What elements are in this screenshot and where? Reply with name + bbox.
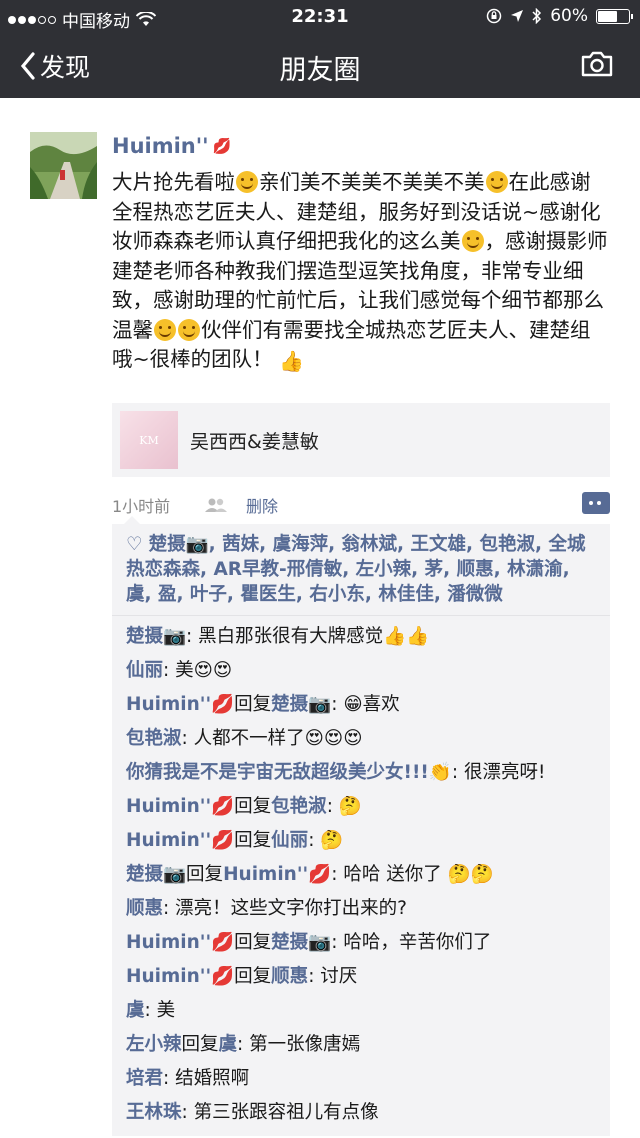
reply-target[interactable]: 仙丽 — [271, 830, 308, 851]
reply-word: 回复 — [234, 966, 272, 987]
heart-eyes-icon — [461, 230, 484, 252]
comment-author[interactable]: 王林珠 — [126, 1102, 182, 1123]
comment[interactable]: Huimin''💋回复仙丽: 🤔 — [126, 824, 600, 858]
comment[interactable]: 虞: 美 — [126, 994, 600, 1028]
reply-word: 回复 — [234, 830, 272, 851]
comment-author[interactable]: Huimin''💋 — [126, 694, 234, 715]
comment[interactable]: 仙丽: 美😍😍 — [126, 654, 600, 688]
comment[interactable]: 包艳淑: 人都不一样了😍😍😍 — [126, 722, 600, 756]
post-author-name: Huimin'' — [112, 134, 209, 158]
post-text-part: 大片抢先看啦 — [112, 170, 235, 194]
comment[interactable]: 楚摄📷回复Huimin''💋: 哈哈 送你了 🤔🤔 — [126, 858, 600, 892]
comment-author[interactable]: 楚摄📷 — [126, 864, 186, 885]
moment-post: Huimin'' 💋 大片抢先看啦 亲们美不美美不美美不美 在此感谢全程热恋艺匠夫人… — [0, 98, 640, 1138]
smile-icon — [154, 318, 176, 341]
more-actions-button[interactable] — [582, 492, 610, 514]
comment-text: : 第三张跟容祖儿有点像 — [181, 1102, 379, 1123]
comment-author[interactable]: Huimin''💋 — [126, 796, 234, 817]
link-thumbnail-text: KM — [139, 433, 159, 447]
comment-text: : 美 — [144, 1000, 176, 1021]
comment[interactable]: Huimin''💋回复包艳淑: 🤔 — [126, 790, 600, 824]
comment-text: : 哈哈 送你了 🤔🤔 — [331, 864, 494, 885]
comment-author[interactable]: 包艳淑 — [126, 728, 182, 749]
comment[interactable]: Huimin''💋回复楚摄📷: 哈哈，辛苦你们了 — [126, 926, 600, 960]
comment[interactable]: 左小辣回复虞: 第一张像唐嫣 — [126, 1028, 600, 1062]
comment[interactable]: 顺惠: 漂亮！这些文字你打出来的? — [126, 892, 600, 926]
heart-icon: ♡ — [126, 534, 143, 555]
comment-text: : 第一张像唐嫣 — [237, 1034, 361, 1055]
comment-text: : 很漂亮呀! — [451, 762, 546, 783]
comment[interactable]: Huimin''💋回复楚摄📷: 😁喜欢 — [126, 688, 600, 722]
reply-target[interactable]: 包艳淑 — [271, 796, 327, 817]
rotation-lock-icon — [486, 8, 502, 24]
post-meta: 1小时前 删除 — [112, 488, 610, 522]
reply-target[interactable]: Huimin''💋 — [223, 864, 331, 885]
interaction-panel: ♡ 楚摄📷, 茜妹, 虞海萍, 翁林斌, 王文雄, 包艳淑, 全城热恋森森, AR… — [112, 516, 610, 1136]
likes-names[interactable]: 楚摄📷, 茜妹, 虞海萍, 翁林斌, 王文雄, 包艳淑, 全城热恋森森, AR早… — [126, 534, 585, 605]
comment-author[interactable]: Huimin''💋 — [126, 966, 234, 987]
comment-author[interactable]: 楚摄📷 — [126, 626, 186, 647]
comment-text: : 人都不一样了😍😍😍 — [181, 728, 363, 749]
link-thumbnail: KM — [120, 411, 178, 469]
location-icon — [511, 10, 524, 22]
comment-text: : 🤔 — [308, 830, 344, 851]
comment-text: : 漂亮！这些文字你打出来的? — [163, 898, 407, 919]
shared-link-card[interactable]: KM 吴西西&姜慧敏 — [112, 403, 610, 477]
reply-target[interactable]: 顺惠 — [271, 966, 308, 987]
comment-author[interactable]: 培君 — [126, 1068, 163, 1089]
reply-word: 回复 — [234, 932, 272, 953]
reply-target[interactable]: 楚摄📷 — [271, 932, 331, 953]
comment-author[interactable]: 仙丽 — [126, 660, 163, 681]
comment-text: : 结婚照啊 — [163, 1068, 250, 1089]
post-text: 大片抢先看啦 亲们美不美美不美美不美 在此感谢全程热恋艺匠夫人、建楚组，服务好到没话… — [112, 168, 610, 377]
smile-icon — [178, 318, 200, 341]
bluetooth-icon — [532, 8, 542, 24]
status-bar: 中国移动 22:31 60% — [0, 0, 640, 34]
reply-word: 回复 — [234, 694, 272, 715]
comment[interactable]: 培君: 结婚照啊 — [126, 1062, 600, 1096]
reply-target[interactable]: 虞 — [219, 1034, 238, 1055]
comment-text: : 黑白那张很有大牌感觉👍👍 — [186, 626, 430, 647]
reply-target[interactable]: 楚摄📷 — [271, 694, 331, 715]
comment-author[interactable]: 你猜我是不是宇宙无敌超级美少女!!!👏 — [126, 762, 452, 783]
battery-percent: 60% — [550, 6, 588, 26]
grin-icon — [236, 171, 258, 193]
avatar[interactable] — [30, 132, 97, 199]
delete-button[interactable]: 删除 — [246, 493, 278, 517]
likes-list: ♡ 楚摄📷, 茜妹, 虞海萍, 翁林斌, 王文雄, 包艳淑, 全城热恋森森, AR… — [112, 524, 610, 616]
comment[interactable]: 楚摄📷: 黑白那张很有大牌感觉👍👍 — [126, 620, 600, 654]
comment-author[interactable]: 顺惠 — [126, 898, 163, 919]
reply-word: 回复 — [186, 864, 224, 885]
page-title: 朋友圈 — [279, 55, 361, 86]
comment-text: : 哈哈，辛苦你们了 — [331, 932, 492, 953]
comment-author[interactable]: Huimin''💋 — [126, 830, 234, 851]
friends-visibility-icon — [205, 498, 227, 512]
lips-icon: 💋 — [212, 137, 232, 155]
link-title: 吴西西&姜慧敏 — [190, 430, 319, 453]
heart-eyes-icon — [485, 171, 508, 193]
reply-word: 回复 — [181, 1034, 219, 1055]
thumbs-up-icon: 👍 — [279, 349, 305, 373]
comment-text: : 讨厌 — [308, 966, 358, 987]
reply-word: 回复 — [234, 796, 272, 817]
comment-text: : 🤔 — [326, 796, 362, 817]
battery-icon — [596, 8, 633, 24]
camera-icon[interactable] — [580, 50, 614, 78]
comment-author[interactable]: 虞 — [126, 1000, 145, 1021]
comment-author[interactable]: Huimin''💋 — [126, 932, 234, 953]
top-bar: 中国移动 22:31 60% 发现 朋友圈 — [0, 0, 640, 98]
comment[interactable]: 王林珠: 第三张跟容祖儿有点像 — [126, 1096, 600, 1130]
comment[interactable]: Huimin''💋回复顺惠: 讨厌 — [126, 960, 600, 994]
comment[interactable]: 你猜我是不是宇宙无敌超级美少女!!!👏: 很漂亮呀! — [126, 756, 600, 790]
comment-text: : 美😍😍 — [163, 660, 233, 681]
post-author[interactable]: Huimin'' 💋 — [112, 134, 231, 158]
nav-bar: 发现 朋友圈 — [0, 34, 640, 98]
post-text-part: 亲们美不美美不美美不美 — [259, 170, 485, 194]
post-time: 1小时前 — [112, 497, 171, 516]
comment-author[interactable]: 左小辣 — [126, 1034, 182, 1055]
comment-text: : 😁喜欢 — [331, 694, 400, 715]
comments-list: 楚摄📷: 黑白那张很有大牌感觉👍👍 仙丽: 美😍😍 Huimin''💋回复楚摄📷… — [112, 616, 610, 1136]
